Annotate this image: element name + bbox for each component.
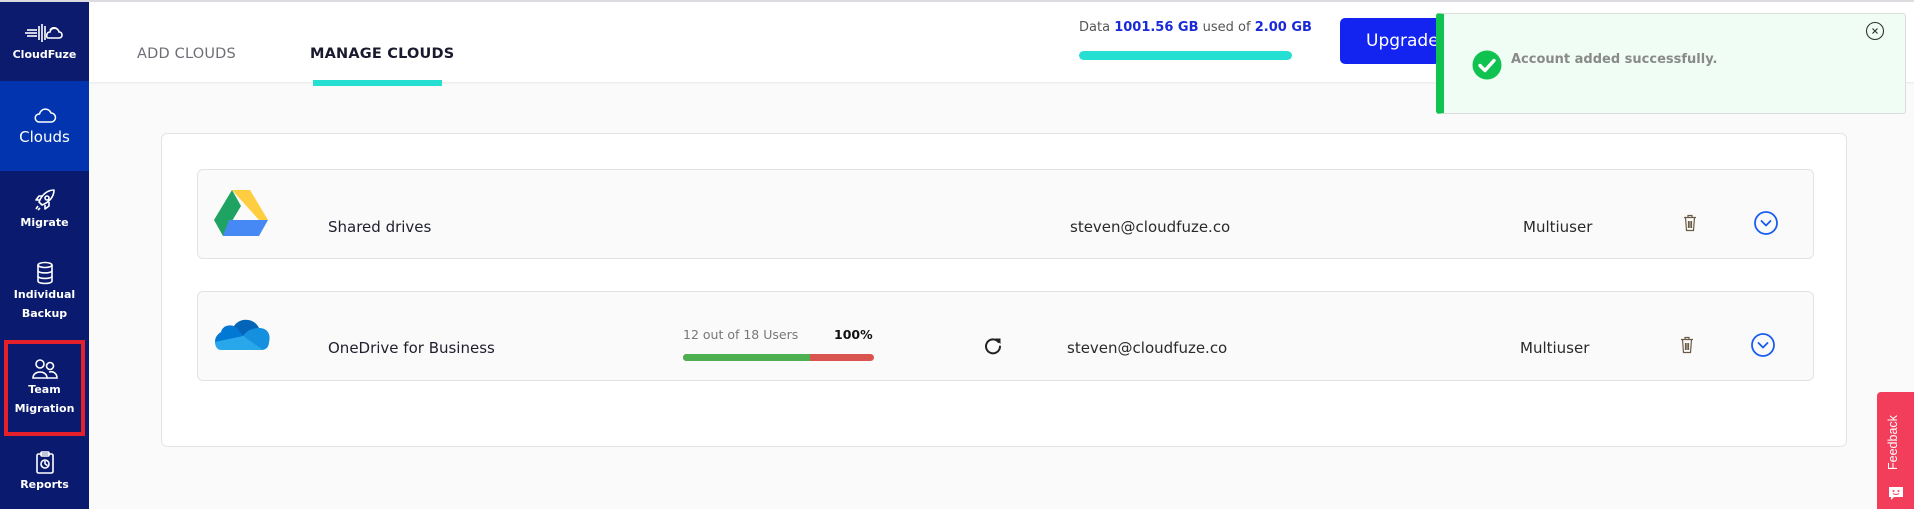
cloud-icon <box>34 107 56 123</box>
storage-usage-bar <box>1079 51 1292 60</box>
rocket-icon <box>34 188 55 211</box>
migration-progress-bar <box>683 354 874 361</box>
upgrade-button[interactable]: Upgrade <box>1340 18 1440 64</box>
close-icon[interactable] <box>1865 21 1885 41</box>
sidebar-item-reports[interactable]: Reports <box>0 442 89 502</box>
manage-clouds-panel: Shared drives steven@cloudfuze.co Multiu… <box>161 133 1847 447</box>
sidebar-item-clouds[interactable]: Clouds <box>0 81 89 171</box>
sidebar-item-migrate[interactable]: Migrate <box>0 171 89 247</box>
feedback-label: Feedback <box>1886 415 1900 470</box>
storage-usage-text: Data 1001.56 GB used of 2.00 GB <box>1079 20 1312 35</box>
usage-middle: used of <box>1202 20 1251 35</box>
migration-percent: 100% <box>834 327 873 342</box>
brand-name: CloudFuze <box>12 48 77 61</box>
cloud-name: Shared drives <box>328 218 432 236</box>
cloud-email: steven@cloudfuze.co <box>1067 339 1228 357</box>
usage-total: 2.00 GB <box>1254 20 1312 35</box>
database-icon <box>36 261 53 285</box>
sidebar-item-label: Clouds <box>19 127 70 146</box>
chevron-down-circle-icon[interactable] <box>1753 210 1779 236</box>
sidebar-item-label: Individual Backup <box>13 288 76 320</box>
sidebar-item-label: Reports <box>20 477 69 491</box>
sidebar-item-team-migration[interactable]: Team Migration <box>4 340 85 436</box>
success-toast: Account added successfully. <box>1436 13 1906 114</box>
top-strip <box>0 0 1914 2</box>
chevron-down-circle-icon[interactable] <box>1750 332 1776 358</box>
cloud-name: OneDrive for Business <box>328 339 495 357</box>
refresh-icon[interactable] <box>984 337 1002 355</box>
trash-icon[interactable] <box>1680 336 1694 354</box>
cloud-type: Multiuser <box>1523 218 1593 236</box>
team-users-icon <box>31 359 58 379</box>
storage-usage-fill <box>1079 51 1292 60</box>
onedrive-icon <box>215 319 270 350</box>
cloudfuze-logo-icon <box>24 24 63 42</box>
active-tab-indicator <box>313 80 442 86</box>
cloud-row: Shared drives steven@cloudfuze.co Multiu… <box>197 169 1814 259</box>
usage-used: 1001.56 GB <box>1114 20 1199 35</box>
migration-users-count: 12 out of 18 Users <box>683 327 799 342</box>
google-drive-icon <box>214 190 268 236</box>
tab-add-clouds[interactable]: ADD CLOUDS <box>137 46 236 62</box>
clipboard-report-icon <box>35 450 54 474</box>
cloud-type: Multiuser <box>1520 339 1590 357</box>
brand-logo[interactable]: CloudFuze <box>0 2 89 81</box>
feedback-button[interactable]: Feedback <box>1877 392 1914 509</box>
cloud-email: steven@cloudfuze.co <box>1070 218 1231 236</box>
migration-progress-fill <box>683 354 811 361</box>
sidebar-item-label: Team Migration <box>14 383 75 415</box>
toast-message: Account added successfully. <box>1511 52 1718 67</box>
check-circle-icon <box>1472 50 1502 80</box>
usage-prefix: Data <box>1079 20 1111 35</box>
tab-manage-clouds[interactable]: MANAGE CLOUDS <box>310 46 454 62</box>
feedback-smile-icon <box>1889 487 1903 500</box>
sidebar: CloudFuze Clouds Migrate Individual Back… <box>0 2 89 509</box>
sidebar-item-individual-backup[interactable]: Individual Backup <box>0 247 89 337</box>
sidebar-item-label: Migrate <box>20 215 69 229</box>
trash-icon[interactable] <box>1683 214 1697 232</box>
cloud-row: OneDrive for Business 12 out of 18 Users… <box>197 291 1814 381</box>
